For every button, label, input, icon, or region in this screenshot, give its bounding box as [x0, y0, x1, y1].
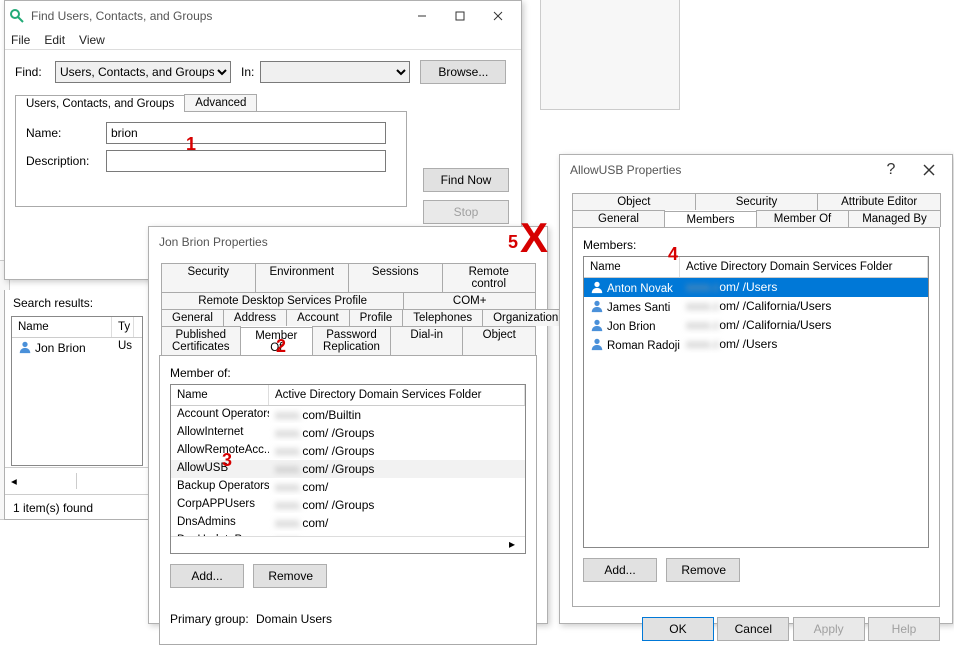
col-folder[interactable]: Active Directory Domain Services Folder	[269, 385, 525, 405]
minimize-button[interactable]	[403, 2, 441, 30]
member-row[interactable]: Roman Radojicxxxx.com/ /Users	[584, 335, 928, 354]
stop-button[interactable]: Stop	[423, 200, 509, 224]
window-title: Jon Brion Properties	[153, 235, 543, 249]
menu-bar: File Edit View	[5, 31, 521, 50]
tab-address[interactable]: Address	[223, 309, 287, 326]
close-button[interactable]	[479, 2, 517, 30]
search-results-panel: Search results: Name Ty Jon Brion Us ◂ 1…	[4, 290, 150, 520]
description-label: Description:	[26, 154, 106, 168]
group-row[interactable]: AllowRemoteAcc...xxxx.com/ /Groups	[171, 442, 525, 460]
browse-button[interactable]: Browse...	[420, 60, 506, 84]
tab-general[interactable]: General	[572, 210, 665, 227]
apply-button[interactable]: Apply	[793, 617, 865, 641]
titlebar: AllowUSB Properties ?	[560, 155, 952, 185]
tab-profile[interactable]: Profile	[349, 309, 404, 326]
tab-member-of[interactable]: Member Of	[240, 327, 314, 356]
name-field[interactable]	[106, 122, 386, 144]
tab-remote-desktop-services-profile[interactable]: Remote Desktop Services Profile	[161, 292, 404, 309]
user-icon	[18, 340, 32, 354]
group-row[interactable]: Account Operatorsxxxx.com/Builtin	[171, 406, 525, 424]
maximize-button[interactable]	[441, 2, 479, 30]
find-app-icon	[9, 8, 25, 24]
help-dialog-button[interactable]: Help	[868, 617, 940, 641]
tab-security[interactable]: Security	[695, 193, 819, 210]
find-combo[interactable]: Users, Contacts, and Groups	[55, 61, 231, 83]
col-type[interactable]: Ty	[112, 317, 134, 337]
tab-members[interactable]: Members	[664, 211, 757, 228]
members-label: Members:	[583, 238, 929, 252]
tab-security[interactable]: Security	[161, 263, 256, 292]
member-of-label: Member of:	[170, 366, 526, 380]
in-label: In:	[241, 65, 254, 79]
in-combo[interactable]	[260, 61, 410, 83]
tab-object[interactable]: Object	[462, 326, 536, 355]
find-now-button[interactable]: Find Now	[423, 168, 509, 192]
name-label: Name:	[26, 126, 106, 140]
search-results-label: Search results:	[5, 290, 149, 312]
member-row[interactable]: Jon Brionxxxx.com/ /California/Users	[584, 316, 928, 335]
tab-managed-by[interactable]: Managed By	[848, 210, 941, 227]
user-icon	[590, 280, 604, 294]
description-field[interactable]	[106, 150, 386, 172]
titlebar: Jon Brion Properties	[149, 227, 547, 257]
find-label: Find:	[15, 65, 55, 79]
tab-object[interactable]: Object	[572, 193, 696, 210]
add-button[interactable]: Add...	[583, 558, 657, 582]
group-row[interactable]: DnsAdminsxxxx.com/	[171, 514, 525, 532]
tab-environment[interactable]: Environment	[255, 263, 350, 292]
tab-dial-in[interactable]: Dial-in	[390, 326, 464, 355]
tab-sessions[interactable]: Sessions	[348, 263, 443, 292]
user-properties-window: Jon Brion Properties SecurityEnvironment…	[148, 226, 548, 624]
tab-published-certificates[interactable]: Published Certificates	[161, 326, 241, 355]
tab-organization[interactable]: Organization	[482, 309, 569, 326]
cancel-button[interactable]: Cancel	[717, 617, 789, 641]
group-properties-window: AllowUSB Properties ? ObjectSecurityAttr…	[559, 154, 953, 624]
tab-member-of[interactable]: Member Of	[756, 210, 849, 227]
tab-account[interactable]: Account	[286, 309, 350, 326]
col-name[interactable]: Name	[584, 257, 680, 277]
tab-remote-control[interactable]: Remote control	[442, 263, 537, 292]
help-button[interactable]: ?	[872, 156, 910, 184]
member-row[interactable]: James Santixxxx.com/ /California/Users	[584, 297, 928, 316]
window-title: Find Users, Contacts, and Groups	[31, 9, 403, 23]
user-icon	[590, 318, 604, 332]
menu-edit[interactable]: Edit	[44, 33, 65, 47]
add-button[interactable]: Add...	[170, 564, 244, 588]
menu-file[interactable]: File	[11, 33, 30, 47]
tab-com-[interactable]: COM+	[403, 292, 536, 309]
status-bar: 1 item(s) found	[5, 497, 149, 519]
remove-button[interactable]: Remove	[666, 558, 740, 582]
col-name[interactable]: Name	[12, 317, 112, 337]
titlebar: Find Users, Contacts, and Groups	[5, 1, 521, 31]
left-arrow-icon[interactable]: ◂	[5, 473, 77, 489]
ok-button[interactable]: OK	[642, 617, 714, 641]
tab-password-replication[interactable]: Password Replication	[312, 326, 391, 355]
close-button[interactable]	[910, 156, 948, 184]
group-row[interactable]: DnsUpdateProxyxxxx.com/Users	[171, 532, 525, 536]
member-row[interactable]: Anton Novakxxxx.com/ /Users	[584, 278, 928, 297]
user-icon	[590, 299, 604, 313]
col-folder[interactable]: Active Directory Domain Services Folder	[680, 257, 928, 277]
result-row[interactable]: Jon Brion Us	[12, 338, 142, 357]
remove-button[interactable]: Remove	[253, 564, 327, 588]
tab-attribute-editor[interactable]: Attribute Editor	[817, 193, 941, 210]
menu-view[interactable]: View	[79, 33, 105, 47]
group-row[interactable]: AllowInternetxxxx.com/ /Groups	[171, 424, 525, 442]
tab-general[interactable]: General	[161, 309, 224, 326]
group-row[interactable]: AllowUSBxxxx.com/ /Groups	[171, 460, 525, 478]
col-name[interactable]: Name	[171, 385, 269, 405]
tab-advanced[interactable]: Advanced	[184, 94, 257, 111]
window-title: AllowUSB Properties	[564, 163, 872, 177]
tab-telephones[interactable]: Telephones	[402, 309, 483, 326]
group-row[interactable]: CorpAPPUsersxxxx.com/ /Groups	[171, 496, 525, 514]
user-icon	[590, 337, 604, 351]
group-row[interactable]: Backup Operatorsxxxx.com/	[171, 478, 525, 496]
tab-users-contacts-groups[interactable]: Users, Contacts, and Groups	[15, 95, 185, 112]
